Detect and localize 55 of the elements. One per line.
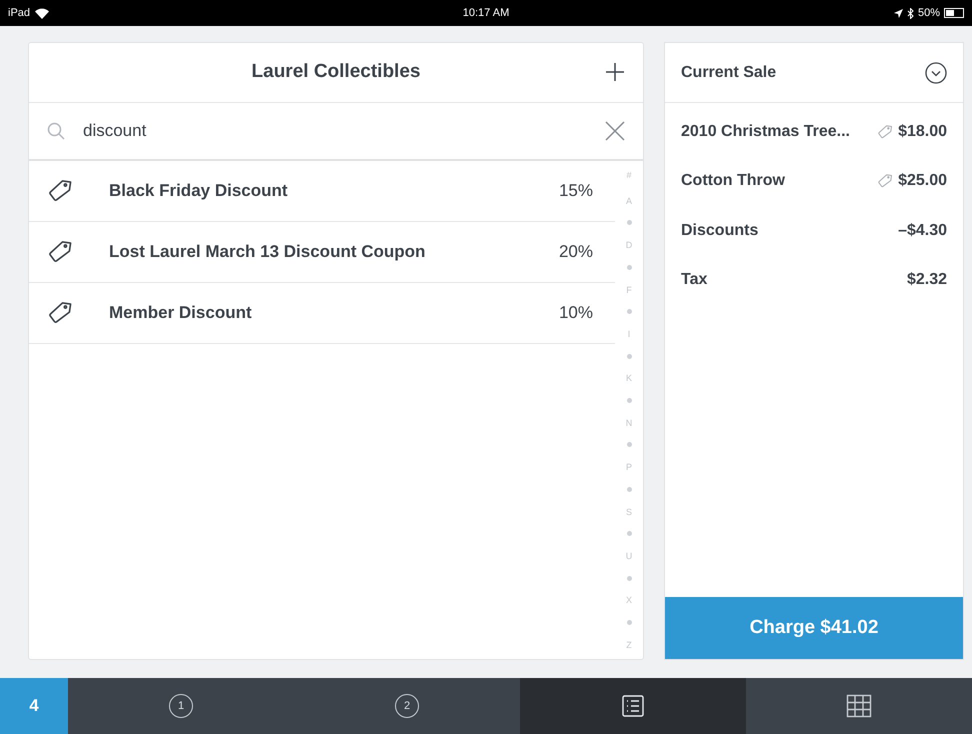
panel-title: Current Sale [681, 62, 778, 82]
sale-line-amount: $2.32 [906, 270, 947, 290]
index-letter[interactable]: A [626, 194, 632, 207]
battery-icon [944, 8, 964, 18]
ticket-count-badge[interactable]: 4 [0, 678, 68, 734]
index-letter[interactable]: N [626, 416, 632, 429]
close-icon [605, 121, 625, 141]
sale-line-amount: –$4.30 [898, 220, 947, 241]
wifi-icon [35, 8, 50, 18]
chevron-down-icon [925, 62, 947, 84]
tag-icon [877, 173, 894, 190]
discount-row[interactable]: Black Friday Discount 15% [29, 161, 615, 222]
index-letter[interactable]: K [626, 372, 632, 384]
collapse-button[interactable] [925, 62, 947, 84]
index-letter[interactable]: X [626, 594, 632, 606]
index-letter[interactable]: Z [626, 638, 632, 651]
index-letter[interactable]: # [626, 169, 632, 181]
battery-percentage: 50% [918, 6, 940, 21]
discount-percent: 15% [558, 180, 593, 202]
discount-name: Member Discount [109, 302, 253, 324]
panel-title: Laurel Collectibles [252, 60, 420, 84]
discount-percent: 20% [558, 241, 593, 264]
discount-name: Black Friday Discount [109, 180, 289, 202]
location-arrow-icon [894, 8, 903, 18]
add-button[interactable] [603, 60, 627, 84]
index-letter[interactable]: S [626, 506, 632, 518]
index-letter[interactable]: F [626, 284, 632, 296]
charge-button[interactable]: Charge $41.02 [665, 597, 963, 659]
discount-row[interactable]: Member Discount 10% [29, 283, 615, 344]
discount-row[interactable]: Lost Laurel March 13 Discount Coupon 20% [29, 222, 615, 283]
sale-line-label: Cotton Throw [681, 171, 786, 192]
tag-icon [877, 124, 894, 140]
search-icon [47, 122, 65, 140]
discount-name: Lost Laurel March 13 Discount Coupon [109, 241, 426, 264]
plus-icon [603, 60, 627, 84]
sale-line-amount: $25.00 [898, 171, 947, 192]
tag-icon [47, 300, 73, 326]
index-letter[interactable]: D [626, 239, 632, 252]
sale-line-amount: $18.00 [898, 122, 947, 142]
sale-line-label: 2010 Christmas Tree... [681, 122, 851, 142]
device-name: iPad [8, 6, 30, 21]
tag-icon [47, 178, 73, 204]
sale-line-label: Tax [681, 270, 708, 290]
clock: 10:17 AM [462, 6, 510, 21]
grid-icon [846, 694, 872, 718]
search-field[interactable]: discount [83, 118, 587, 144]
tag-icon [47, 239, 73, 265]
bluetooth-icon [906, 8, 914, 18]
clear-button[interactable] [605, 121, 625, 141]
discount-percent: 10% [558, 302, 593, 324]
sale-line-label: Discounts [681, 220, 760, 241]
index-letter[interactable]: U [626, 550, 632, 562]
tab[interactable] [520, 678, 746, 734]
index-letter[interactable]: P [626, 461, 632, 474]
list-icon [621, 694, 645, 718]
